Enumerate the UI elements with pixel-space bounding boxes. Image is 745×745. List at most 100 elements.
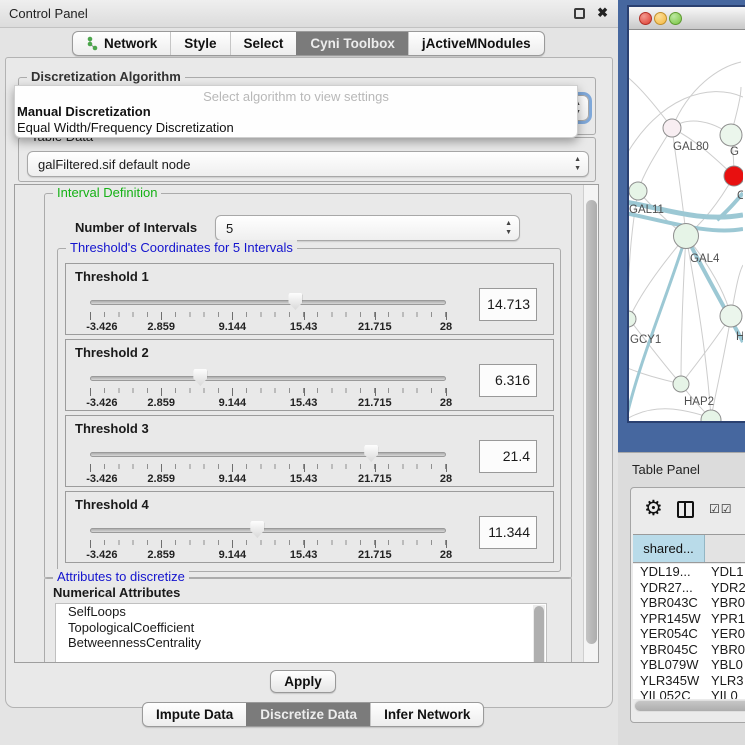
tab-jactivemnodules[interactable]: jActiveMNodules xyxy=(408,32,544,55)
threshold-2-slider[interactable]: -3.4262.8599.14415.4321.71528 xyxy=(90,366,446,410)
tab-label: Discretize Data xyxy=(260,707,357,722)
node-partial-top[interactable] xyxy=(720,124,742,146)
slider-track xyxy=(90,376,446,381)
attributes-group: Attributes to discretize Numerical Attri… xyxy=(44,577,572,663)
float-window-icon[interactable] xyxy=(574,8,585,19)
table-header: shared... n xyxy=(633,534,745,563)
slider-track xyxy=(90,300,446,305)
slider-thumb[interactable] xyxy=(364,445,378,462)
select-columns-icon[interactable]: ☑☑ xyxy=(709,502,733,516)
node-hap2[interactable] xyxy=(673,376,689,392)
threshold-value-field[interactable]: 11.344 xyxy=(479,516,537,549)
table-row[interactable]: YBR045CYBR0 xyxy=(633,642,745,658)
columns-icon[interactable] xyxy=(677,501,694,518)
tab-label: Impute Data xyxy=(156,707,233,722)
spinner-value: 5 xyxy=(226,221,233,236)
slider-track xyxy=(90,528,446,533)
tab-infer-network[interactable]: Infer Network xyxy=(370,703,483,726)
tab-impute-data[interactable]: Impute Data xyxy=(143,703,246,726)
column-header-shared-name[interactable]: shared... xyxy=(633,535,705,562)
table-row[interactable]: YER054CYER0 xyxy=(633,626,745,642)
list-item[interactable]: TopologicalCoefficient xyxy=(56,620,546,636)
popup-item-manual-discretization[interactable]: Manual Discretization xyxy=(15,104,577,120)
table-panel: ⚙ ☑☑ shared... n YDL19...YDL1 YDR27...YD… xyxy=(630,487,745,723)
tab-network[interactable]: Network xyxy=(73,32,170,55)
threshold-3-slider[interactable]: -3.4262.8599.14415.4321.71528 xyxy=(90,442,446,486)
table-data-combobox[interactable]: galFiltered.sif default node ▲▼ xyxy=(27,151,589,177)
table-panel-title: Table Panel xyxy=(632,462,700,477)
number-of-intervals-spinner[interactable]: 5 ▲▼ xyxy=(215,215,520,241)
node-gcy1[interactable] xyxy=(629,311,636,327)
minimize-traffic-light[interactable] xyxy=(654,12,667,25)
tab-cyni-toolbox[interactable]: Cyni Toolbox xyxy=(296,32,408,55)
number-of-intervals-label: Number of Intervals xyxy=(75,220,197,235)
table-row[interactable]: YBL079WYBL0 xyxy=(633,657,745,673)
tab-discretize-data[interactable]: Discretize Data xyxy=(246,703,370,726)
threshold-label: Threshold 3 xyxy=(75,421,149,436)
group-title: Interval Definition xyxy=(53,185,161,200)
node-label: GAL4 xyxy=(690,253,720,265)
slider-ticks xyxy=(90,464,446,472)
list-item[interactable]: SelfLoops xyxy=(56,604,546,620)
group-title: Discretization Algorithm xyxy=(27,69,185,84)
interval-definition-group: Interval Definition Number of Intervals … xyxy=(44,193,572,579)
threshold-label: Threshold 2 xyxy=(75,345,149,360)
tab-label: Infer Network xyxy=(384,707,470,722)
slider-track xyxy=(90,452,446,457)
slider-tick-labels: -3.4262.8599.14415.4321.71528 xyxy=(90,321,446,333)
table-row[interactable]: YLR345WYLR3 xyxy=(633,673,745,689)
threshold-value-field[interactable]: 21.4 xyxy=(479,440,537,473)
table-row[interactable]: YPR145WYPR1 xyxy=(633,611,745,627)
table-row[interactable]: YDR27...YDR2 xyxy=(633,580,745,596)
table-row[interactable]: YDL19...YDL1 xyxy=(633,564,745,580)
close-traffic-light[interactable] xyxy=(639,12,652,25)
node-gal11[interactable] xyxy=(629,182,647,200)
node-h[interactable] xyxy=(720,305,742,327)
network-icon xyxy=(86,36,99,51)
tab-style[interactable]: Style xyxy=(170,32,229,55)
horizontal-scrollbar[interactable] xyxy=(634,700,745,712)
algorithm-dropdown-popup: Select algorithm to view settings Manual… xyxy=(14,85,578,138)
node-label: HAP2 xyxy=(684,396,714,408)
thresholds-group: Threshold's Coordinates for 5 Intervals … xyxy=(57,248,561,572)
column-header-name[interactable]: n xyxy=(705,535,745,562)
gear-icon[interactable]: ⚙ xyxy=(644,496,663,521)
threshold-1-slider[interactable]: -3.4262.8599.14415.4321.71528 xyxy=(90,290,446,334)
slider-thumb[interactable] xyxy=(288,293,302,310)
list-scrollbar[interactable] xyxy=(533,605,545,663)
apply-button[interactable]: Apply xyxy=(270,670,336,693)
network-canvas[interactable]: GAL80 G C GAL11 GAL4 GCY1 H HAP2 xyxy=(629,30,743,421)
slider-thumb[interactable] xyxy=(250,521,264,538)
list-item[interactable]: BetweennessCentrality xyxy=(56,635,546,651)
combo-arrows-icon: ▲▼ xyxy=(505,219,512,237)
group-title: Attributes to discretize xyxy=(53,569,189,584)
tab-select[interactable]: Select xyxy=(230,32,297,55)
combo-value: galFiltered.sif default node xyxy=(38,157,190,172)
node-gal80[interactable] xyxy=(663,119,681,137)
node-label: G xyxy=(730,146,739,158)
tab-label: jActiveMNodules xyxy=(422,36,531,51)
top-tab-bar: Network Style Select Cyni Toolbox jActiv… xyxy=(72,31,545,56)
threshold-label: Threshold 1 xyxy=(75,269,149,284)
control-panel-titlebar: Control Panel ✖ xyxy=(0,0,618,28)
control-panel-window: Control Panel ✖ Network Style Select Cyn… xyxy=(0,0,618,745)
combo-arrows-icon: ▲▼ xyxy=(574,155,581,173)
threshold-value-field[interactable]: 14.713 xyxy=(479,288,537,321)
zoom-traffic-light[interactable] xyxy=(669,12,682,25)
threshold-4-slider[interactable]: -3.4262.8599.14415.4321.71528 xyxy=(90,518,446,562)
slider-thumb[interactable] xyxy=(193,369,207,386)
slider-ticks xyxy=(90,540,446,548)
close-icon[interactable]: ✖ xyxy=(597,5,608,21)
table-row[interactable]: YIL052CYIL0 xyxy=(633,688,745,699)
threshold-value-field[interactable]: 6.316 xyxy=(479,364,537,397)
node-label: C xyxy=(737,190,743,202)
table-row[interactable]: YBR043CYBR0 xyxy=(633,595,745,611)
panel-scrollbar[interactable] xyxy=(583,185,598,662)
node-red-selected[interactable] xyxy=(724,166,743,186)
tab-label: Cyni Toolbox xyxy=(310,36,395,51)
slider-tick-labels: -3.4262.8599.14415.4321.71528 xyxy=(90,397,446,409)
group-title: Threshold's Coordinates for 5 Intervals xyxy=(66,240,297,255)
network-window-titlebar[interactable] xyxy=(629,7,745,30)
node-gal4[interactable] xyxy=(674,224,699,249)
popup-item-equal-width-frequency[interactable]: Equal Width/Frequency Discretization xyxy=(15,120,577,136)
